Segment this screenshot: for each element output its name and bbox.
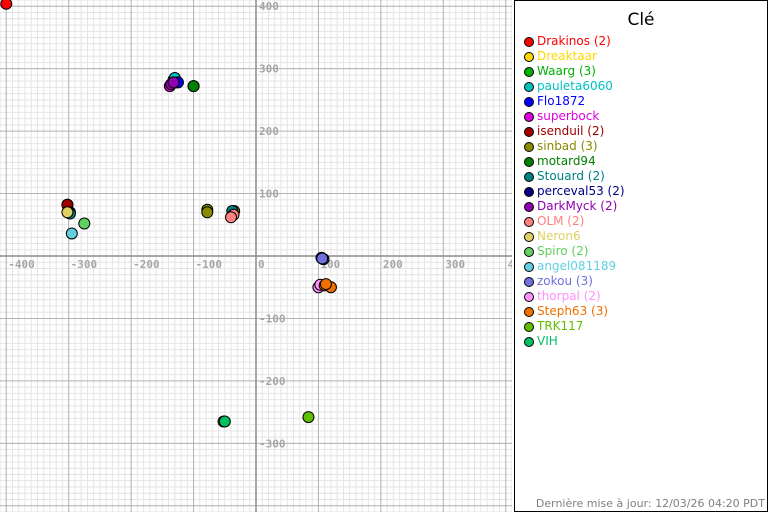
data-point: Neron6 xyxy=(61,206,74,219)
legend-label: Drakinos (2) xyxy=(537,34,611,48)
legend-marker xyxy=(524,171,534,182)
legend-item: Flo1872 xyxy=(524,94,625,109)
legend-label: VIH xyxy=(537,334,558,348)
data-point: OLM (2) xyxy=(225,211,238,224)
legend-panel: Clé Drakinos (2) Dreaktaar Waarg (3) paulet… xyxy=(514,0,768,512)
legend-item: Stouard (2) xyxy=(524,169,625,184)
data-point: sinbad (3) xyxy=(201,206,214,219)
data-point: motard94 xyxy=(187,80,200,93)
legend-item: Neron6 xyxy=(524,229,625,244)
legend-label: Stouard (2) xyxy=(537,169,605,183)
legend-item: thorpal (2) xyxy=(524,289,625,304)
legend-label: zokou (3) xyxy=(537,274,593,288)
data-point: Drakinos (2) xyxy=(0,0,13,10)
legend-label: thorpal (2) xyxy=(537,289,601,303)
axes xyxy=(0,0,512,512)
legend-item: pauleta6060 xyxy=(524,79,625,94)
legend-item: OLM (2) xyxy=(524,214,625,229)
y-tick-label: -100 xyxy=(259,312,286,325)
legend-marker xyxy=(524,66,534,77)
legend-label: Spiro (2) xyxy=(537,244,589,258)
legend-label: superbock xyxy=(537,109,600,123)
legend-item: perceval53 (2) xyxy=(524,184,625,199)
legend-item: Dreaktaar xyxy=(524,49,625,64)
legend-label: angel081189 xyxy=(537,259,617,273)
x-tick-label: -200 xyxy=(133,258,160,271)
legend-label: pauleta6060 xyxy=(537,79,613,93)
legend-label: isenduil (2) xyxy=(537,124,605,138)
x-tick-label: -100 xyxy=(196,258,223,271)
x-tick-label: 300 xyxy=(445,258,465,271)
legend-label: DarkMyck (2) xyxy=(537,199,618,213)
x-tick-label: 200 xyxy=(383,258,403,271)
last-update-text: Dernière mise à jour: 12/03/26 04:20 PDT xyxy=(535,497,765,510)
legend-item: Drakinos (2) xyxy=(524,34,625,49)
map-plot: -400-300-200-100010020030040040030020010… xyxy=(0,0,512,512)
y-tick-label: -200 xyxy=(259,375,286,388)
legend-marker xyxy=(524,36,534,47)
legend-marker xyxy=(524,126,534,137)
legend-label: OLM (2) xyxy=(537,214,585,228)
legend-marker xyxy=(524,246,534,257)
y-tick-label: 100 xyxy=(259,188,279,201)
legend-marker xyxy=(524,186,534,197)
data-point: TRK117 xyxy=(302,411,315,424)
legend-item: VIH xyxy=(524,334,625,349)
data-point: angel081189 xyxy=(65,227,78,240)
y-tick-label: 200 xyxy=(259,125,279,138)
y-tick-label: 300 xyxy=(259,63,279,76)
data-point: VIH xyxy=(218,415,231,428)
legend-label: Neron6 xyxy=(537,229,581,243)
data-point: zokou (3) xyxy=(316,252,329,265)
legend-marker xyxy=(524,96,534,107)
data-point: Steph63 (3) xyxy=(319,278,332,291)
legend-label: Dreaktaar xyxy=(537,49,597,63)
legend-item: sinbad (3) xyxy=(524,139,625,154)
x-tick-label: -300 xyxy=(71,258,98,271)
legend-label: perceval53 (2) xyxy=(537,184,625,198)
legend-label: TRK117 xyxy=(537,319,584,333)
legend-marker xyxy=(524,306,534,317)
legend-list: Drakinos (2) Dreaktaar Waarg (3) pauleta606… xyxy=(524,34,625,349)
legend-item: TRK117 xyxy=(524,319,625,334)
legend-item: Spiro (2) xyxy=(524,244,625,259)
legend-item: DarkMyck (2) xyxy=(524,199,625,214)
legend-item: zokou (3) xyxy=(524,274,625,289)
legend-item: Waarg (3) xyxy=(524,64,625,79)
legend-marker xyxy=(524,276,534,287)
legend-marker xyxy=(524,216,534,227)
y-tick-label: 400 xyxy=(259,0,279,13)
x-tick-label: -400 xyxy=(8,258,35,271)
legend-marker xyxy=(524,156,534,167)
legend-marker xyxy=(524,321,534,332)
legend-marker xyxy=(524,201,534,212)
legend-item: superbock xyxy=(524,109,625,124)
legend-marker xyxy=(524,231,534,242)
legend-item: Steph63 (3) xyxy=(524,304,625,319)
legend-label: Waarg (3) xyxy=(537,64,596,78)
x-tick-label: 0 xyxy=(258,258,265,271)
legend-marker xyxy=(524,291,534,302)
legend-label: sinbad (3) xyxy=(537,139,598,153)
legend-marker xyxy=(524,81,534,92)
legend-marker xyxy=(524,111,534,122)
legend-label: Steph63 (3) xyxy=(537,304,609,318)
legend-title: Clé xyxy=(627,10,655,30)
legend-marker xyxy=(524,261,534,272)
legend-item: isenduil (2) xyxy=(524,124,625,139)
legend-item: angel081189 xyxy=(524,259,625,274)
legend-item: motard94 xyxy=(524,154,625,169)
legend-marker xyxy=(524,336,534,347)
data-point: Spiro (2) xyxy=(78,217,91,230)
legend-label: Flo1872 xyxy=(537,94,586,108)
legend-marker xyxy=(524,51,534,62)
legend-marker xyxy=(524,141,534,152)
y-tick-label: -300 xyxy=(259,437,286,450)
x-tick-label: 400 xyxy=(508,258,512,271)
data-point: DarkMyck (2) xyxy=(167,76,180,89)
legend-label: motard94 xyxy=(537,154,596,168)
